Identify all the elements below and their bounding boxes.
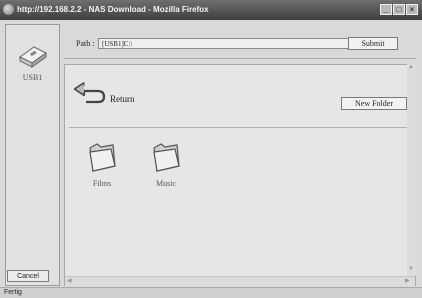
minimize-button[interactable]: _: [380, 4, 392, 15]
folder-panel: Return New Folder Films Music: [64, 64, 416, 286]
drive-label[interactable]: USB1: [6, 73, 59, 82]
new-folder-button[interactable]: New Folder: [341, 97, 407, 110]
status-bar: Fertig: [0, 287, 422, 298]
return-label: Return: [110, 94, 135, 104]
scroll-left-icon[interactable]: ◀: [67, 277, 72, 286]
return-button[interactable]: Return: [72, 77, 152, 107]
folder-item-music[interactable]: Music: [143, 140, 189, 190]
scroll-up-icon[interactable]: ▲: [408, 64, 414, 70]
horizontal-scrollbar[interactable]: ◀ ▶: [65, 276, 415, 286]
scroll-down-icon[interactable]: ▼: [408, 266, 414, 272]
browser-window: http://192.168.2.2 - NAS Download - Mozi…: [0, 0, 422, 298]
folder-label: Films: [92, 179, 112, 188]
window-title: http://192.168.2.2 - NAS Download - Mozi…: [17, 5, 209, 14]
folder-item-films[interactable]: Films: [79, 140, 125, 190]
path-label: Path :: [76, 39, 95, 48]
return-arrow-icon: [73, 82, 106, 104]
usb-drive-icon[interactable]: [18, 39, 48, 69]
vertical-scrollbar[interactable]: ▲ ▼: [407, 64, 416, 276]
firefox-icon: [3, 4, 14, 15]
path-input[interactable]: [USB1]C:\: [98, 38, 368, 49]
close-button[interactable]: ×: [406, 4, 418, 15]
divider: [69, 127, 411, 128]
status-text: Fertig: [4, 289, 22, 296]
folder-icon: [89, 143, 116, 172]
submit-button[interactable]: Submit: [348, 37, 398, 50]
maximize-button[interactable]: □: [393, 4, 405, 15]
scroll-right-icon[interactable]: ▶: [405, 277, 410, 286]
cancel-button[interactable]: Cancel: [7, 270, 49, 282]
path-bar: Path : [USB1]C:\ Submit: [64, 32, 416, 59]
folder-icon: [153, 143, 180, 172]
title-bar: http://192.168.2.2 - NAS Download - Mozi…: [0, 0, 422, 20]
drive-sidebar: USB1 Cancel: [5, 24, 60, 286]
folder-label: Music: [156, 179, 176, 188]
